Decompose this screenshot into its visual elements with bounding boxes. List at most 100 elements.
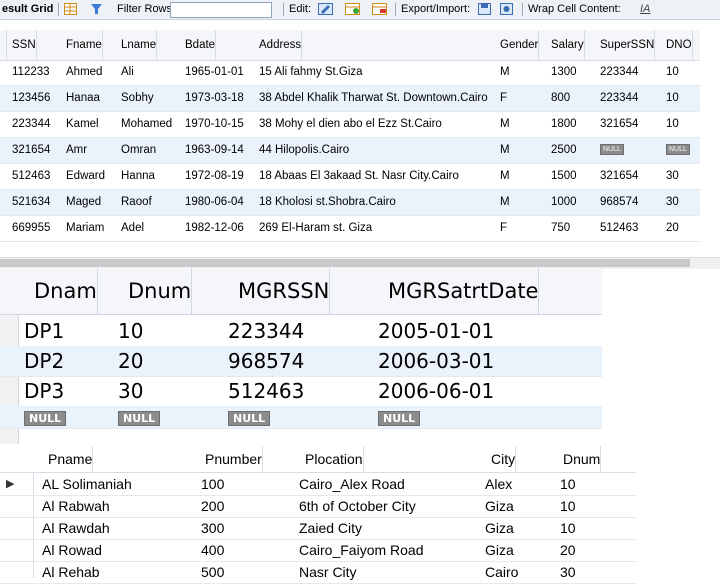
cell-dno[interactable]: 10 <box>666 60 679 85</box>
cell-pname[interactable]: AL Solimaniah <box>42 473 132 495</box>
cell-mgrssn[interactable]: 512463 <box>228 376 304 406</box>
cell-dnum[interactable]: 30 <box>560 561 576 583</box>
cell-superssn[interactable]: 968574 <box>600 190 638 215</box>
cell-gender[interactable]: M <box>500 190 510 215</box>
column-header-mgrsatrtdate[interactable]: MGRSatrtDate <box>388 268 540 314</box>
column-header-dnam[interactable]: Dnam <box>34 268 98 314</box>
cell-city[interactable]: Giza <box>485 539 514 561</box>
cell-pname[interactable]: Al Rawdah <box>42 517 110 539</box>
cell-ssn[interactable]: 223344 <box>12 112 50 137</box>
cell-dno[interactable]: 20 <box>666 216 679 241</box>
cell-fname[interactable]: Amr <box>66 138 87 163</box>
filter-icon[interactable] <box>90 3 103 15</box>
cell-bdate[interactable]: 1965-01-01 <box>185 60 244 85</box>
cell-superssn[interactable]: 321654 <box>600 164 638 189</box>
cell-address[interactable]: 15 Ali fahmy St.Giza <box>259 60 363 85</box>
column-header-city[interactable]: City <box>491 446 517 472</box>
column-header-fname[interactable]: Fname <box>66 30 103 60</box>
column-header-pnumber[interactable]: Pnumber <box>205 446 263 472</box>
cell-dnum[interactable]: NULL <box>118 406 161 426</box>
cell-bdate[interactable]: 1973-03-18 <box>185 86 244 111</box>
cell-city[interactable]: Giza <box>485 495 514 517</box>
cell-salary[interactable]: 1300 <box>551 60 577 85</box>
table-row[interactable]: 512463 Edward Hanna 1972-08-19 18 Abaas El 3… <box>0 164 700 190</box>
cell-salary[interactable]: 1500 <box>551 164 577 189</box>
edit-cell-icon[interactable] <box>318 3 333 15</box>
cell-address[interactable]: 44 Hilopolis.Cairo <box>259 138 349 163</box>
cell-ssn[interactable]: 669955 <box>12 216 50 241</box>
cell-pname[interactable]: Al Rehab <box>42 561 100 583</box>
cell-salary[interactable]: 2500 <box>551 138 577 163</box>
cell-dnum[interactable]: 20 <box>560 539 576 561</box>
cell-lname[interactable]: Sobhy <box>121 86 154 111</box>
column-header-dnum[interactable]: Dnum <box>563 446 602 472</box>
cell-superssn[interactable]: 321654 <box>600 112 638 137</box>
cell-plocation[interactable]: Cairo_Alex Road <box>299 473 405 495</box>
cell-dno[interactable]: NULL <box>666 138 690 163</box>
table-row[interactable]: DP1 10 223344 2005-01-01 <box>0 316 602 347</box>
cell-mgrsatrtdate[interactable]: 2006-03-01 <box>378 346 494 376</box>
add-row-icon[interactable] <box>345 3 360 15</box>
cell-superssn[interactable]: 512463 <box>600 216 638 241</box>
cell-bdate[interactable]: 1982-12-06 <box>185 216 244 241</box>
cell-mgrssn[interactable]: NULL <box>228 406 271 426</box>
column-header-bdate[interactable]: Bdate <box>185 30 217 60</box>
cell-address[interactable]: 38 Mohy el dien abo el Ezz St.Cairo <box>259 112 442 137</box>
cell-gender[interactable]: F <box>500 86 507 111</box>
cell-address[interactable]: 269 El-Haram st. Giza <box>259 216 372 241</box>
table-row[interactable]: Al Rowad 400 Cairo_Faiyom Road Giza 20 <box>0 539 636 562</box>
cell-fname[interactable]: Mariam <box>66 216 104 241</box>
delete-row-icon[interactable] <box>372 3 387 15</box>
table-row[interactable]: NULL NULL NULL NULL <box>0 406 602 429</box>
cell-dno[interactable]: 10 <box>666 112 679 137</box>
cell-salary[interactable]: 1800 <box>551 112 577 137</box>
cell-ssn[interactable]: 512463 <box>12 164 50 189</box>
table-row[interactable]: 112233 Ahmed Ali 1965-01-01 15 Ali fahmy St.… <box>0 60 700 86</box>
cell-dnam[interactable]: DP3 <box>24 376 64 406</box>
cell-lname[interactable]: Raoof <box>121 190 152 215</box>
cell-pnumber[interactable]: 500 <box>201 561 224 583</box>
cell-fname[interactable]: Maged <box>66 190 101 215</box>
cell-ssn[interactable]: 521634 <box>12 190 50 215</box>
cell-salary[interactable]: 1000 <box>551 190 577 215</box>
table-row[interactable]: Al Rawdah 300 Zaied City Giza 10 <box>0 517 636 540</box>
cell-dnam[interactable]: DP1 <box>24 316 64 346</box>
cell-ssn[interactable]: 123456 <box>12 86 50 111</box>
column-header-ssn[interactable]: SSN <box>12 30 37 60</box>
cell-pnumber[interactable]: 400 <box>201 539 224 561</box>
cell-gender[interactable]: M <box>500 60 510 85</box>
column-header-gender[interactable]: Gender <box>500 30 540 60</box>
table-row[interactable]: ▶ AL Solimaniah 100 Cairo_Alex Road Alex 10 <box>0 473 636 496</box>
cell-fname[interactable]: Kamel <box>66 112 99 137</box>
cell-lname[interactable]: Adel <box>121 216 144 241</box>
cell-lname[interactable]: Omran <box>121 138 156 163</box>
cell-plocation[interactable]: Zaied City <box>299 517 362 539</box>
cell-dnum[interactable]: 30 <box>118 376 143 406</box>
cell-ssn[interactable]: 321654 <box>12 138 50 163</box>
scrollbar-thumb[interactable] <box>0 259 690 267</box>
table-row[interactable]: 669955 Mariam Adel 1982-12-06 269 El-Haram s… <box>0 216 700 242</box>
cell-bdate[interactable]: 1980-06-04 <box>185 190 244 215</box>
cell-city[interactable]: Cairo <box>485 561 518 583</box>
cell-salary[interactable]: 750 <box>551 216 570 241</box>
table-row[interactable]: Al Rabwah 200 6th of October City Giza 10 <box>0 495 636 518</box>
cell-gender[interactable]: F <box>500 216 507 241</box>
cell-gender[interactable]: M <box>500 138 510 163</box>
cell-address[interactable]: 18 Abaas El 3akaad St. Nasr City.Cairo <box>259 164 459 189</box>
wrap-cell-content-icon[interactable]: IA <box>640 0 650 19</box>
table-row[interactable]: Al Rehab 500 Nasr City Cairo 30 <box>0 561 636 584</box>
cell-mgrsatrtdate[interactable]: NULL <box>378 406 421 426</box>
column-header-salary[interactable]: Salary <box>551 30 585 60</box>
cell-address[interactable]: 18 Kholosi st.Shobra.Cairo <box>259 190 396 215</box>
export-icon[interactable] <box>478 3 491 15</box>
cell-plocation[interactable]: 6th of October City <box>299 495 416 517</box>
cell-fname[interactable]: Edward <box>66 164 105 189</box>
cell-pnumber[interactable]: 300 <box>201 517 224 539</box>
table-row[interactable]: DP3 30 512463 2006-06-01 <box>0 376 602 407</box>
cell-dnam[interactable]: DP2 <box>24 346 64 376</box>
column-header-pname[interactable]: Pname <box>48 446 94 472</box>
cell-dnum[interactable]: 10 <box>560 473 576 495</box>
column-header-mgrssn[interactable]: MGRSSN <box>238 268 331 314</box>
cell-dnum[interactable]: 10 <box>118 316 143 346</box>
cell-dnum[interactable]: 20 <box>118 346 143 376</box>
